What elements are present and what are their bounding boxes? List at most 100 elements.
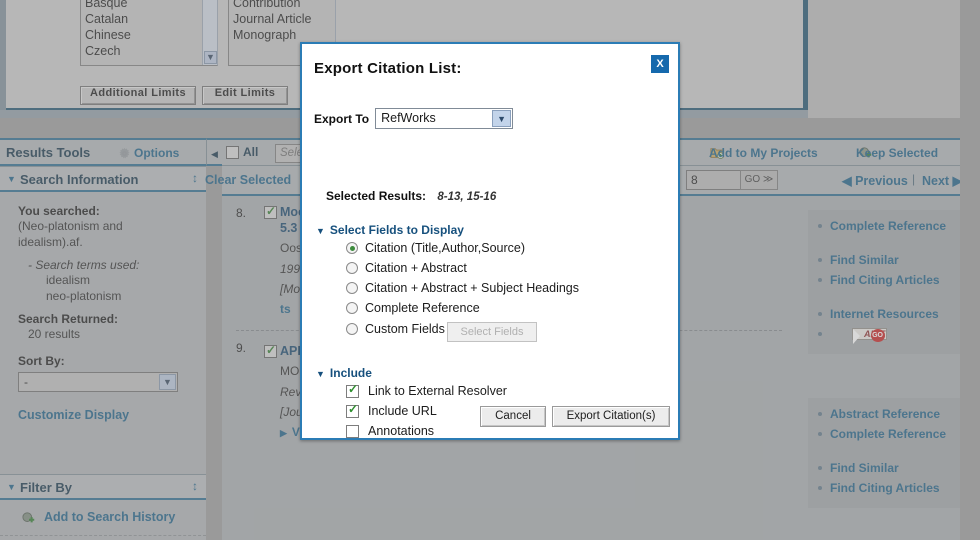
- export-citations-button[interactable]: Export Citation(s): [552, 406, 670, 427]
- resize-icon[interactable]: ↕: [192, 479, 198, 493]
- checkbox-link-external-resolver[interactable]: Link to External Resolver: [346, 382, 507, 398]
- resize-icon[interactable]: ↕: [192, 171, 198, 185]
- find-similar-link[interactable]: Find Similar: [808, 250, 972, 270]
- include-heading[interactable]: ▼ Include: [316, 366, 372, 380]
- aire-badge-row[interactable]: AIRE GO: [808, 324, 972, 344]
- close-icon[interactable]: X: [651, 55, 669, 73]
- abstract-reference-link[interactable]: Abstract Reference: [808, 404, 972, 424]
- bullet-icon: [818, 412, 822, 416]
- result-checkbox[interactable]: [264, 204, 277, 219]
- select-all-wrapper[interactable]: All: [226, 145, 258, 159]
- cancel-button[interactable]: Cancel: [480, 406, 546, 427]
- bullet-icon: [818, 332, 822, 336]
- link-label: Complete Reference: [830, 219, 947, 233]
- heading-label: Include: [329, 366, 372, 380]
- checkbox-icon[interactable]: [346, 382, 359, 398]
- sort-by-select[interactable]: - ▼: [18, 372, 178, 392]
- go-button[interactable]: GO ≫: [740, 170, 778, 190]
- radio-citation-abstract-subject[interactable]: Citation + Abstract + Subject Headings: [346, 281, 579, 295]
- sidebar-section-filter-by[interactable]: ▼ Filter By ↕: [0, 474, 206, 500]
- link-label: Abstract Reference: [830, 407, 941, 421]
- radio-citation-abstract[interactable]: Citation + Abstract: [346, 261, 467, 275]
- radio-icon[interactable]: [346, 323, 358, 335]
- select-all-checkbox[interactable]: [226, 145, 239, 159]
- bullet-icon: [818, 224, 822, 228]
- chevron-down-icon: ▼: [316, 226, 325, 236]
- find-citing-articles-link[interactable]: Find Citing Articles: [808, 270, 972, 290]
- list-item[interactable]: Basque: [83, 0, 215, 11]
- checkbox-annotations[interactable]: Annotations: [346, 424, 434, 438]
- select-fields-heading[interactable]: ▼ Select Fields to Display: [316, 223, 464, 237]
- panel-right-filler: [808, 0, 980, 118]
- radio-citation[interactable]: Citation (Title,Author,Source): [346, 241, 525, 255]
- checkbox-include-url[interactable]: Include URL: [346, 402, 437, 418]
- listbox-scrollbar[interactable]: ▲ ▼: [202, 0, 217, 65]
- pager-separator: |: [912, 172, 916, 186]
- chevron-down-icon[interactable]: ▼: [159, 374, 176, 390]
- radio-custom-fields[interactable]: Custom Fields: [346, 322, 445, 336]
- sidebar-collapse-icon[interactable]: ◀: [206, 138, 222, 166]
- keep-selected-link[interactable]: Keep Selected: [856, 146, 938, 160]
- additional-limits-button[interactable]: Additional Limits: [80, 86, 196, 105]
- customize-display-link[interactable]: Customize Display: [18, 408, 206, 422]
- list-item[interactable]: Catalan: [83, 11, 215, 27]
- clear-selected-link[interactable]: Clear Selected: [205, 173, 291, 187]
- selected-results-row: Selected Results: 8-13, 15-16: [326, 189, 496, 203]
- chevron-down-icon[interactable]: ▼: [492, 110, 512, 127]
- sort-by-value: -: [24, 375, 28, 389]
- result-checkbox[interactable]: [264, 343, 277, 358]
- radio-icon[interactable]: [346, 282, 358, 294]
- edit-limits-button[interactable]: Edit Limits: [202, 86, 288, 105]
- find-similar-link[interactable]: Find Similar: [808, 458, 972, 478]
- chevron-down-icon: ▼: [7, 482, 16, 492]
- bullet-icon: [818, 486, 822, 490]
- next-page-link[interactable]: Next ▶: [922, 173, 962, 188]
- radio-icon[interactable]: [346, 242, 358, 254]
- selected-results-value: 8-13, 15-16: [437, 191, 497, 203]
- export-to-select[interactable]: RefWorks ▼: [375, 108, 514, 129]
- list-item[interactable]: Contribution: [231, 0, 333, 11]
- result-number: 9.: [236, 341, 247, 355]
- sidebar-section-label: Filter By: [20, 480, 73, 495]
- radio-icon[interactable]: [346, 262, 358, 274]
- add-to-search-history-row[interactable]: Add to Search History: [0, 502, 206, 536]
- list-item[interactable]: Journal Article: [231, 11, 333, 27]
- link-label: Find Similar: [830, 461, 899, 475]
- result-actions-group-8: Complete Reference Find Similar Find Cit…: [808, 210, 972, 354]
- scroll-down-icon[interactable]: ▼: [204, 51, 217, 64]
- checkbox-icon[interactable]: [346, 424, 359, 438]
- find-citing-articles-link[interactable]: Find Citing Articles: [808, 478, 972, 498]
- list-item[interactable]: Monograph: [231, 27, 333, 43]
- screen-root: Afrikaans Basque Catalan Chinese Czech ▲…: [0, 0, 980, 540]
- page-number-input[interactable]: 8: [686, 170, 742, 190]
- chevron-down-icon: ▼: [7, 174, 16, 184]
- sidebar-section-search-information[interactable]: ▼ Search Information ↕: [0, 166, 206, 192]
- checkbox-icon[interactable]: [346, 402, 359, 418]
- result-links-left[interactable]: ts: [280, 302, 291, 316]
- add-to-my-projects-link[interactable]: Add to My Projects: [709, 146, 818, 160]
- add-to-search-history-link[interactable]: Add to Search History: [44, 510, 175, 524]
- bullet-icon: [818, 312, 822, 316]
- radio-icon[interactable]: [346, 302, 358, 314]
- export-to-value: RefWorks: [381, 111, 436, 125]
- previous-page-link[interactable]: ◀ Previous: [842, 173, 908, 188]
- radio-complete-reference[interactable]: Complete Reference: [346, 301, 480, 315]
- badge-notch: [853, 329, 860, 344]
- complete-reference-link[interactable]: Complete Reference: [808, 424, 972, 444]
- aire-resolver-icon[interactable]: AIRE GO: [852, 328, 887, 344]
- search-query: (Neo-platonism and idealism).af.: [18, 219, 123, 249]
- language-listbox[interactable]: Afrikaans Basque Catalan Chinese Czech ▲…: [80, 0, 218, 66]
- list-item[interactable]: Chinese: [83, 27, 215, 43]
- page-right-margin: [960, 0, 980, 540]
- options-link[interactable]: Options: [134, 146, 179, 160]
- list-item[interactable]: Czech: [83, 43, 215, 59]
- search-returned-value: 20 results: [28, 327, 81, 341]
- sidebar-section-label: Search Information: [20, 172, 139, 187]
- results-tools-header: Results Tools Options: [0, 138, 206, 166]
- chevron-down-icon: ▼: [316, 369, 325, 379]
- complete-reference-link[interactable]: Complete Reference: [808, 216, 972, 236]
- radio-label: Citation (Title,Author,Source): [365, 241, 526, 255]
- internet-resources-link[interactable]: Internet Resources: [808, 304, 972, 324]
- result-actions-group-9: Abstract Reference Complete Reference Fi…: [808, 398, 972, 508]
